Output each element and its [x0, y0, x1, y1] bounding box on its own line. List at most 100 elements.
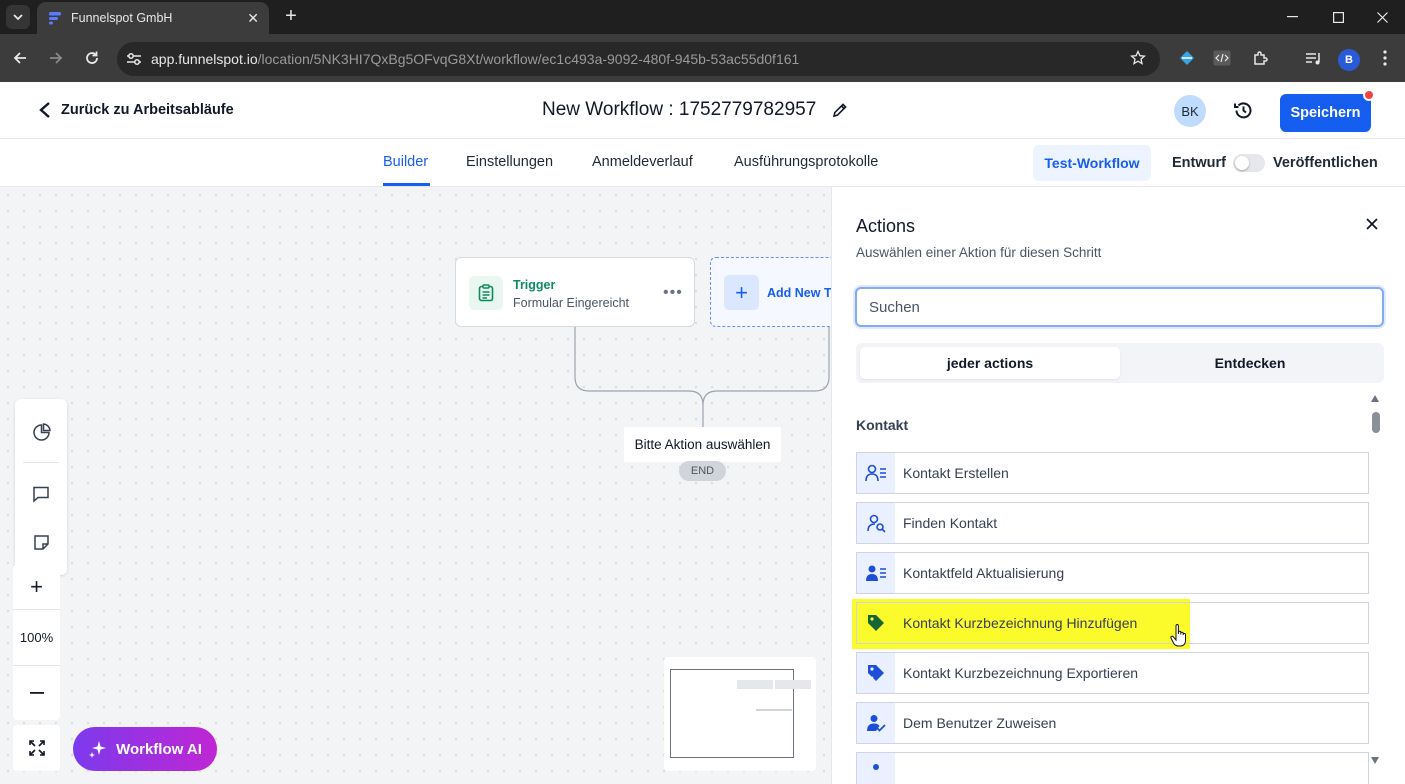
test-workflow-button[interactable]: Test-Workflow — [1033, 145, 1151, 181]
workflow-tabs-row: Builder Einstellungen Anmeldeverlauf Aus… — [0, 139, 1405, 187]
fit-to-screen-button[interactable] — [13, 725, 60, 771]
user-icon — [857, 753, 895, 784]
funnelspot-favicon-icon — [49, 12, 61, 25]
url-text: app.funnelspot.io/location/5NK3HI7QxBg5O… — [151, 51, 800, 67]
user-check-icon — [857, 703, 895, 743]
action-item-label: Kontakt Erstellen — [903, 465, 1009, 481]
bookmark-star-icon[interactable] — [1130, 50, 1146, 66]
workflow-connector-lines — [574, 327, 830, 427]
action-item-kontaktfeld-aktualisierung[interactable]: Kontaktfeld Aktualisierung — [856, 552, 1369, 594]
plus-icon: + — [724, 275, 759, 310]
more-options-icon[interactable]: ••• — [663, 284, 683, 302]
tab-builder[interactable]: Builder — [383, 154, 428, 170]
panel-subtitle: Auswählen einer Aktion für diesen Schrit… — [856, 245, 1102, 260]
media-controls-icon[interactable] — [1303, 48, 1323, 68]
hand-pointer-cursor-icon — [1170, 624, 1186, 647]
publish-toggle[interactable] — [1233, 154, 1265, 172]
select-action-node[interactable]: Bitte Aktion auswählen — [624, 427, 781, 462]
profile-avatar[interactable]: B — [1338, 49, 1360, 71]
tab-search-button[interactable] — [6, 5, 30, 29]
new-tab-button[interactable]: + — [280, 4, 302, 28]
scroll-down-arrow[interactable] — [1371, 757, 1379, 764]
workflow-ai-label: Workflow AI — [116, 740, 202, 758]
arrow-left-icon — [13, 52, 26, 64]
more-menu-icon[interactable] — [1375, 48, 1395, 68]
unsaved-indicator-dot — [1363, 89, 1375, 101]
comment-icon[interactable] — [29, 482, 53, 506]
workflow-canvas[interactable]: Trigger Formular Eingereicht ••• + Add N… — [0, 187, 831, 784]
clipboard-icon — [469, 276, 503, 310]
user-list-icon — [857, 453, 895, 493]
scroll-up-arrow[interactable] — [1371, 395, 1379, 402]
zoom-in-button[interactable]: + — [13, 565, 60, 609]
workflow-ai-button[interactable]: Workflow AI — [73, 727, 217, 771]
back-nav-button[interactable] — [8, 46, 32, 70]
draft-label: Entwurf — [1172, 155, 1226, 171]
address-bar[interactable]: app.funnelspot.io/location/5NK3HI7QxBg5O… — [117, 42, 1160, 76]
tab-close-icon[interactable]: ✕ — [247, 10, 259, 27]
code-extension-icon[interactable] — [1212, 48, 1232, 68]
close-window-button[interactable] — [1359, 0, 1405, 34]
trigger-node[interactable]: Trigger Formular Eingereicht ••• — [455, 257, 695, 327]
minimap-node — [756, 709, 792, 711]
tab-title: Funnelspot GmbH — [71, 11, 173, 25]
chevron-down-icon — [13, 14, 23, 21]
toolbar-divider — [23, 462, 59, 463]
minimap[interactable] — [664, 657, 816, 771]
maximize-button[interactable] — [1315, 0, 1361, 34]
add-trigger-label: Add New Tr — [767, 286, 831, 300]
history-icon[interactable] — [1233, 100, 1254, 126]
tag-icon — [857, 603, 895, 643]
close-icon[interactable] — [1366, 217, 1378, 235]
forward-nav-button[interactable] — [44, 46, 68, 70]
publish-label: Veröffentlichen — [1273, 155, 1378, 171]
add-new-trigger-node[interactable]: + Add New Tr — [710, 257, 831, 327]
action-item-partial[interactable] — [856, 752, 1369, 784]
tab-anmeldeverlauf[interactable]: Anmeldeverlauf — [592, 154, 693, 170]
app-header: Zurück zu Arbeitsabläufe New Workflow : … — [0, 82, 1405, 139]
workflow-title-text: New Workflow : 1752779782957 — [542, 99, 817, 120]
toggle-knob — [1235, 156, 1249, 170]
site-settings-icon[interactable] — [117, 52, 151, 66]
sticky-note-icon[interactable] — [29, 530, 53, 554]
save-button[interactable]: Speichern — [1280, 94, 1371, 132]
back-to-workflows-link[interactable]: Zurück zu Arbeitsabläufe — [38, 101, 234, 119]
user-edit-icon — [857, 553, 895, 593]
expand-icon — [28, 740, 45, 756]
trigger-subtitle: Formular Eingereicht — [513, 296, 630, 310]
pie-chart-icon[interactable] — [29, 420, 53, 444]
action-item-kontakt-kurzbezeichnung-hinzufuegen[interactable]: Kontakt Kurzbezeichnung Hinzufügen — [856, 602, 1369, 644]
canvas-side-toolbar — [15, 399, 67, 575]
action-item-label: Kontakt Kurzbezeichnung Hinzufügen — [903, 615, 1138, 631]
action-item-finden-kontakt[interactable]: Finden Kontakt — [856, 502, 1369, 544]
minimap-node — [775, 680, 811, 689]
reload-button[interactable] — [80, 46, 104, 70]
sparkles-icon — [89, 741, 107, 758]
reload-icon — [86, 51, 98, 64]
segment-all-actions[interactable]: jeder actions — [860, 347, 1120, 379]
actions-panel: Actions Auswählen einer Aktion für diese… — [831, 187, 1405, 784]
minimize-button[interactable] — [1269, 0, 1315, 34]
trigger-title: Trigger — [513, 278, 556, 292]
browser-tab[interactable]: Funnelspot GmbH ✕ — [37, 2, 269, 34]
extension-icon[interactable] — [1177, 48, 1197, 68]
search-input[interactable] — [855, 287, 1384, 327]
action-item-label: Dem Benutzer Zuweisen — [903, 715, 1057, 731]
action-item-dem-benutzer-zuweisen[interactable]: Dem Benutzer Zuweisen — [856, 702, 1369, 744]
arrow-right-icon — [50, 52, 63, 64]
action-type-switch: jeder actions Entdecken — [856, 343, 1384, 383]
browser-toolbar: app.funnelspot.io/location/5NK3HI7QxBg5O… — [0, 34, 1405, 82]
tab-ausfuehrungsprotokolle[interactable]: Ausführungsprotokolle — [734, 154, 878, 170]
section-label-kontakt: Kontakt — [856, 417, 909, 433]
pencil-edit-icon[interactable] — [832, 102, 848, 118]
action-item-kontakt-kurzbezeichnung-exportieren[interactable]: Kontakt Kurzbezeichnung Exportieren — [856, 652, 1369, 694]
user-avatar[interactable]: BK — [1174, 95, 1206, 127]
minus-icon — [29, 692, 44, 694]
action-item-kontakt-erstellen[interactable]: Kontakt Erstellen — [856, 452, 1369, 494]
browser-tab-bar: Funnelspot GmbH ✕ + — [0, 0, 1405, 34]
extensions-puzzle-icon[interactable] — [1250, 48, 1270, 68]
zoom-out-button[interactable] — [13, 666, 60, 720]
tab-einstellungen[interactable]: Einstellungen — [466, 154, 553, 170]
segment-discover[interactable]: Entdecken — [1120, 347, 1380, 379]
scrollbar-thumb[interactable] — [1372, 412, 1380, 433]
